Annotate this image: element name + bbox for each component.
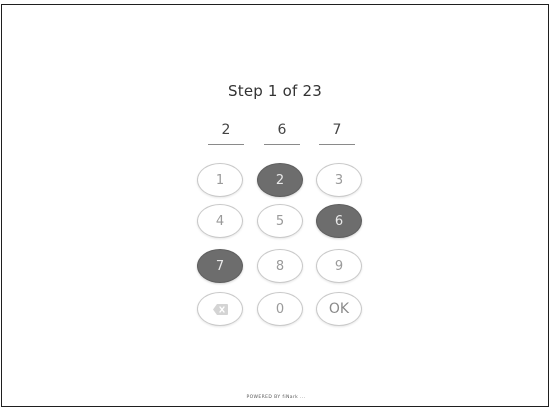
keypad-key-1[interactable]: 1 bbox=[197, 163, 243, 197]
step-counter: Step 1 of 23 bbox=[228, 82, 322, 100]
ok-button[interactable]: OK bbox=[316, 292, 362, 326]
entered-digit-2: 6 bbox=[264, 121, 300, 145]
backspace-icon bbox=[212, 303, 228, 315]
screen-frame: Step 1 of 23 2 6 7 1 2 3 4 5 6 7 8 9 0 O… bbox=[1, 4, 549, 407]
keypad-key-7[interactable]: 7 bbox=[197, 249, 243, 283]
keypad-key-8[interactable]: 8 bbox=[257, 249, 303, 283]
entered-digit-1: 2 bbox=[208, 121, 244, 145]
entered-digit-3: 7 bbox=[319, 121, 355, 145]
keypad-key-6[interactable]: 6 bbox=[316, 204, 362, 238]
keypad-key-4[interactable]: 4 bbox=[197, 204, 243, 238]
keypad-key-5[interactable]: 5 bbox=[257, 204, 303, 238]
backspace-button[interactable] bbox=[197, 292, 243, 326]
entered-digits-display: 2 6 7 bbox=[206, 121, 355, 147]
keypad-key-2[interactable]: 2 bbox=[257, 163, 303, 197]
keypad-key-9[interactable]: 9 bbox=[316, 249, 362, 283]
powered-by-footer: POWERED BY fiNark ... bbox=[246, 395, 306, 400]
keypad-key-3[interactable]: 3 bbox=[316, 163, 362, 197]
keypad-key-0[interactable]: 0 bbox=[257, 292, 303, 326]
